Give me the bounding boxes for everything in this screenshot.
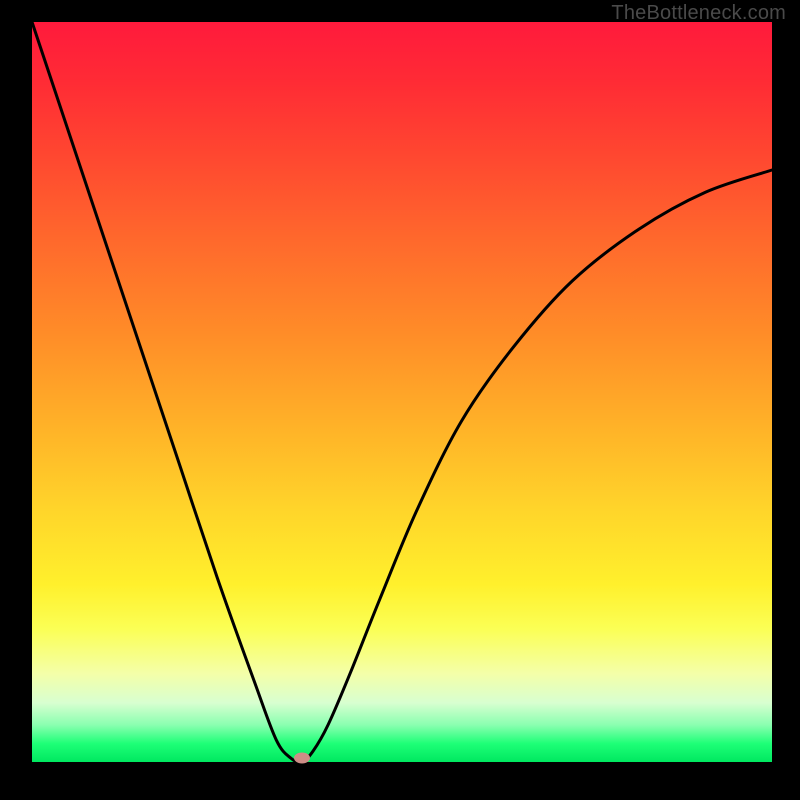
bottleneck-curve [32,22,772,762]
watermark-text: TheBottleneck.com [611,2,786,25]
plot-area [32,22,772,762]
optimum-marker [294,753,310,764]
chart-frame: TheBottleneck.com [0,0,800,800]
